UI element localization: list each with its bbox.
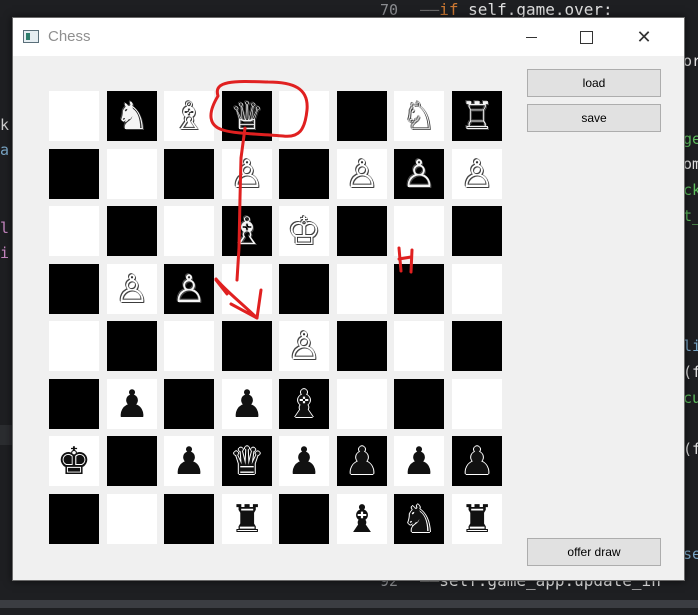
annotation-arrowhead — [214, 277, 263, 320]
code-fragment: t_ — [683, 207, 698, 225]
code-fragment: l — [0, 219, 10, 237]
code-fragment: (f — [683, 363, 698, 381]
code-fragment: a — [0, 141, 10, 159]
code-fragment: or — [683, 52, 698, 70]
chess-window: Chess ✕ ♞ ♗ ♕ ♘ ♖ ♙ ♙ ♙ ♙ ♗ ♔ ♙ ♙ ♙ ♟ ♟ ♝ ♚ ♟ ♛ ♟ ♟ ♟ ♟ ♜ ♝ ♞ ♜ loa… — [12, 17, 685, 581]
code-fragment: (f — [683, 440, 698, 458]
code-fragment: i — [0, 244, 10, 262]
code-fragment: ck — [683, 181, 698, 199]
code-fragment: om — [683, 155, 698, 173]
annotation-letter — [397, 246, 414, 274]
code-fragment: li — [683, 337, 698, 355]
code-fragment: se — [683, 545, 698, 563]
annotation-circle — [209, 80, 309, 138]
editor-horizontal-scrollbar[interactable] — [0, 600, 698, 608]
code-fragment: ge — [683, 130, 698, 148]
annotation-arrow-line — [235, 126, 247, 282]
code-fragment: k — [0, 116, 10, 134]
red-handwritten-annotation — [209, 80, 414, 320]
editor-current-line-highlight — [0, 425, 12, 445]
code-fragment: cu — [683, 389, 698, 407]
